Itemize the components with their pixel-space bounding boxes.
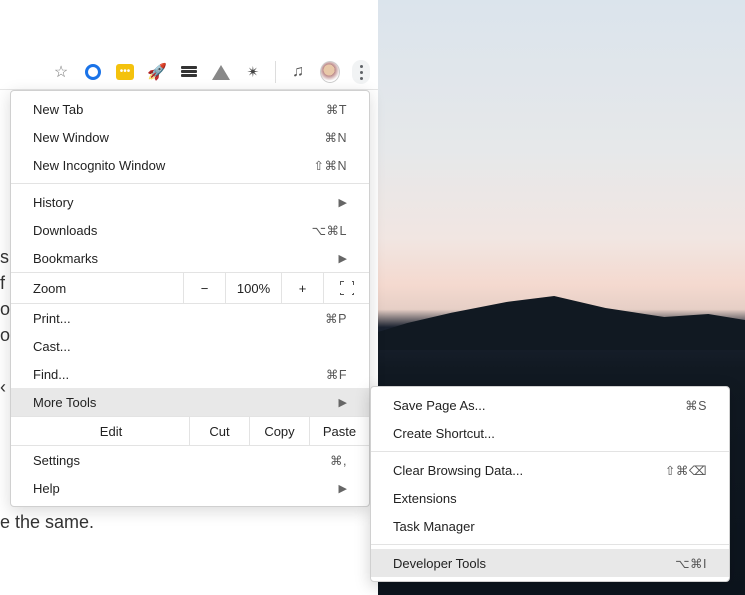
toolbar-separator [275, 61, 276, 83]
page-content-fragment: e the same. [0, 512, 108, 533]
menu-print[interactable]: Print... ⌘P [11, 304, 369, 332]
menu-find[interactable]: Find... ⌘F [11, 360, 369, 388]
menu-label: Settings [33, 453, 80, 468]
menu-label: More Tools [33, 395, 96, 410]
menu-bookmarks[interactable]: Bookmarks ▶ [11, 244, 369, 272]
menu-label: Extensions [393, 491, 457, 506]
menu-new-tab[interactable]: New Tab ⌘T [11, 95, 369, 123]
menu-label: Save Page As... [393, 398, 486, 413]
submenu-arrow-icon: ▶ [339, 396, 347, 409]
edit-copy-button[interactable]: Copy [249, 417, 309, 445]
menu-label: Bookmarks [33, 251, 98, 266]
menu-new-window[interactable]: New Window ⌘N [11, 123, 369, 151]
menu-incognito[interactable]: New Incognito Window ⇧⌘N [11, 151, 369, 179]
menu-label: Developer Tools [393, 556, 486, 571]
extension-rocket-icon[interactable]: 🚀 [147, 62, 167, 82]
menu-settings[interactable]: Settings ⌘, [11, 446, 369, 474]
menu-downloads[interactable]: Downloads ⌥⌘L [11, 216, 369, 244]
submenu-task-manager[interactable]: Task Manager [371, 512, 729, 540]
menu-label: Create Shortcut... [393, 426, 495, 441]
submenu-create-shortcut[interactable]: Create Shortcut... [371, 419, 729, 447]
edit-paste-button[interactable]: Paste [309, 417, 369, 445]
menu-label: New Window [33, 130, 109, 145]
menu-shortcut: ⇧⌘⌫ [665, 463, 707, 478]
extension-opera-icon[interactable] [83, 62, 103, 82]
menu-divider [11, 183, 369, 184]
menu-label: New Tab [33, 102, 83, 117]
menu-cast[interactable]: Cast... [11, 332, 369, 360]
chrome-main-menu: New Tab ⌘T New Window ⌘N New Incognito W… [10, 90, 370, 507]
fullscreen-icon [340, 281, 354, 295]
menu-shortcut: ⌘S [685, 398, 707, 413]
menu-label: Help [33, 481, 60, 496]
menu-shortcut: ⇧⌘N [313, 158, 347, 173]
extension-bug-icon[interactable]: ✴ [243, 62, 263, 82]
menu-shortcut: ⌘, [330, 453, 347, 468]
menu-label: Task Manager [393, 519, 475, 534]
menu-shortcut: ⌘T [326, 102, 347, 117]
menu-shortcut: ⌘N [324, 130, 347, 145]
submenu-arrow-icon: ▶ [339, 196, 347, 209]
menu-zoom-row: Zoom − 100% + [11, 272, 369, 304]
submenu-developer-tools[interactable]: Developer Tools ⌥⌘I [371, 549, 729, 577]
menu-history[interactable]: History ▶ [11, 188, 369, 216]
zoom-value: 100% [225, 273, 281, 303]
extension-yellow-icon[interactable]: ••• [115, 62, 135, 82]
menu-label: New Incognito Window [33, 158, 165, 173]
menu-more-tools[interactable]: More Tools ▶ [11, 388, 369, 416]
submenu-extensions[interactable]: Extensions [371, 484, 729, 512]
fullscreen-button[interactable] [323, 273, 369, 303]
more-tools-submenu: Save Page As... ⌘S Create Shortcut... Cl… [370, 386, 730, 582]
submenu-arrow-icon: ▶ [339, 482, 347, 495]
menu-shortcut: ⌥⌘L [312, 223, 347, 238]
menu-label: Clear Browsing Data... [393, 463, 523, 478]
bookmark-star-icon[interactable]: ☆ [51, 62, 71, 82]
media-control-icon[interactable]: ♫ [288, 62, 308, 82]
menu-divider [371, 544, 729, 545]
extension-drive-icon[interactable] [211, 62, 231, 82]
menu-label: Print... [33, 311, 71, 326]
menu-label: Cast... [33, 339, 71, 354]
submenu-clear-browsing-data[interactable]: Clear Browsing Data... ⇧⌘⌫ [371, 456, 729, 484]
menu-label: Downloads [33, 223, 97, 238]
menu-help[interactable]: Help ▶ [11, 474, 369, 502]
zoom-label: Zoom [11, 281, 183, 296]
menu-edit-row: Edit Cut Copy Paste [11, 416, 369, 446]
menu-label: Find... [33, 367, 69, 382]
chrome-menu-button[interactable] [352, 60, 370, 84]
browser-toolbar: ☆ ••• 🚀 ✴ ♫ [0, 55, 378, 89]
menu-shortcut: ⌘P [325, 311, 347, 326]
zoom-in-button[interactable]: + [281, 273, 323, 303]
zoom-out-button[interactable]: − [183, 273, 225, 303]
menu-label: History [33, 195, 73, 210]
browser-chrome-top: ☆ ••• 🚀 ✴ ♫ [0, 0, 378, 90]
edit-cut-button[interactable]: Cut [189, 417, 249, 445]
menu-shortcut: ⌥⌘I [675, 556, 707, 571]
menu-shortcut: ⌘F [326, 367, 347, 382]
submenu-arrow-icon: ▶ [339, 252, 347, 265]
edit-label: Edit [11, 417, 189, 445]
profile-avatar[interactable] [320, 62, 340, 82]
extension-buffer-icon[interactable] [179, 62, 199, 82]
menu-divider [371, 451, 729, 452]
submenu-save-page-as[interactable]: Save Page As... ⌘S [371, 391, 729, 419]
